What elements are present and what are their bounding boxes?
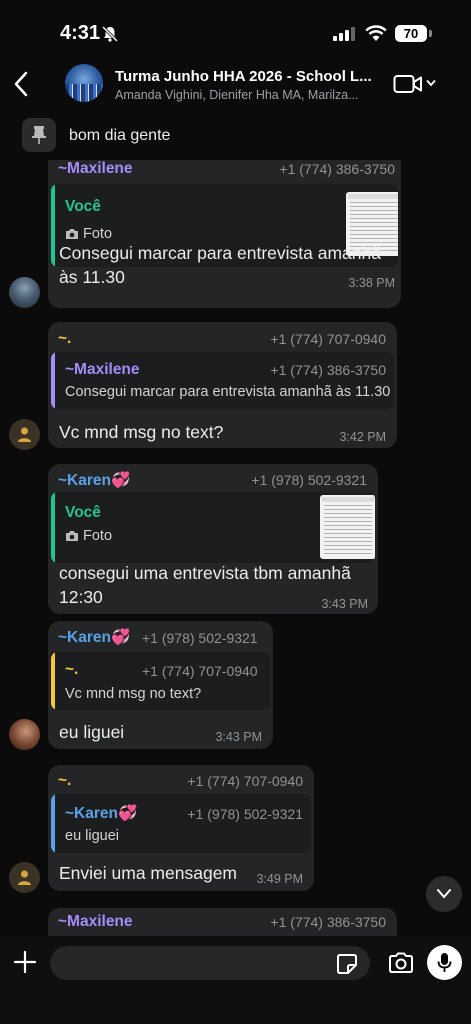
message-text: Consegui marcar para entrevista amanhã à…	[59, 241, 381, 289]
sender-avatar[interactable]	[9, 277, 40, 308]
quoted-message[interactable]: ~. +1 (774) 707-0940 Vc mnd msg no text?	[51, 652, 270, 710]
sender-name[interactable]: ~.	[58, 330, 71, 348]
back-icon[interactable]	[10, 68, 34, 100]
camera-icon[interactable]	[388, 952, 414, 974]
quote-phone: +1 (774) 386-3750	[270, 362, 386, 378]
sender-avatar[interactable]	[9, 862, 40, 893]
quote-author: ~.	[65, 661, 79, 678]
message-bubble[interactable]: ~Karen💞 +1 (978) 502-9321 Você Foto cons…	[48, 464, 378, 614]
bell-slash-icon	[101, 25, 119, 43]
message-bubble[interactable]: ~. +1 (774) 707-0940 ~Karen💞 +1 (978) 50…	[48, 765, 314, 891]
video-icon[interactable]	[393, 74, 423, 94]
sender-phone: +1 (774) 386-3750	[270, 914, 386, 930]
quoted-message[interactable]: ~Karen💞 +1 (978) 502-9321 eu liguei	[51, 794, 311, 853]
sender-phone: +1 (774) 707-0940	[270, 331, 386, 347]
message-time: 3:49 PM	[256, 872, 303, 886]
pin-badge	[22, 118, 56, 152]
pinned-message-bar[interactable]: bom dia gente	[0, 114, 471, 160]
group-avatar[interactable]	[65, 64, 103, 102]
quote-phone: +1 (774) 707-0940	[142, 663, 258, 679]
quote-author: Você	[65, 198, 101, 215]
composer-bar	[0, 936, 471, 1024]
quote-phone: +1 (978) 502-9321	[187, 806, 303, 822]
message-time: 3:42 PM	[339, 430, 386, 444]
message-time: 3:43 PM	[321, 597, 368, 611]
chat-area[interactable]: ~Maxilene +1 (774) 386-3750 Você Foto Co…	[0, 160, 471, 936]
sender-phone: +1 (978) 502-9321	[251, 472, 367, 488]
sender-name[interactable]: ~Maxilene	[58, 160, 133, 178]
message-text-line: 12:30	[59, 587, 103, 607]
quoted-message[interactable]: ~Maxilene +1 (774) 386-3750 Consegui mar…	[51, 352, 394, 409]
person-icon	[18, 870, 31, 885]
message-text-line: às 11.30	[59, 267, 125, 287]
sender-phone: +1 (978) 502-9321	[142, 630, 258, 646]
quote-author: ~Karen💞	[65, 805, 138, 822]
message-text: consegui uma entrevista tbm amanhã 12:30	[59, 561, 351, 609]
message-bubble[interactable]: ~Maxilene +1 (774) 386-3750 Você Foto Co…	[48, 160, 401, 308]
quote-text: Vc mnd msg no text?	[65, 686, 202, 702]
quoted-message[interactable]: Você Foto	[51, 492, 375, 563]
chat-title[interactable]: Turma Junho HHA 2026 - School L...	[115, 68, 380, 85]
wifi-icon	[365, 25, 387, 41]
camera-small-icon	[66, 229, 78, 239]
sender-name[interactable]: ~.	[58, 772, 71, 790]
message-bubble[interactable]: ~Karen💞 +1 (978) 502-9321 ~. +1 (774) 70…	[48, 621, 273, 749]
plus-icon[interactable]	[13, 950, 37, 974]
sender-avatar[interactable]	[9, 419, 40, 450]
sender-phone: +1 (774) 386-3750	[279, 161, 395, 177]
person-icon	[18, 427, 31, 442]
photo-label: Foto	[65, 528, 112, 544]
message-text-line: consegui uma entrevista tbm amanhã	[59, 563, 351, 583]
message-text: Enviei uma mensagem	[59, 863, 237, 883]
quote-author: Você	[65, 504, 101, 521]
pin-icon	[32, 126, 46, 144]
sender-name[interactable]: ~Karen💞	[58, 471, 130, 490]
quote-author: ~Maxilene	[65, 361, 140, 378]
chevron-down-icon	[437, 889, 451, 899]
quote-text: eu liguei	[65, 828, 120, 844]
sticker-icon[interactable]	[336, 953, 358, 975]
photo-text: Foto	[83, 226, 113, 242]
battery-indicator: 70	[395, 25, 427, 42]
mic-button[interactable]	[427, 945, 462, 980]
sender-name[interactable]: ~Karen💞	[58, 628, 130, 647]
sender-name[interactable]: ~Maxilene	[58, 913, 133, 931]
sender-avatar[interactable]	[9, 719, 40, 750]
status-bar: 4:31 70	[0, 0, 471, 62]
message-input[interactable]	[50, 946, 370, 980]
chat-header: Turma Junho HHA 2026 - School L... Amand…	[0, 62, 471, 108]
camera-small-icon	[66, 531, 78, 541]
scroll-down-button[interactable]	[426, 876, 462, 912]
photo-text: Foto	[83, 528, 113, 544]
photo-label: Foto	[65, 226, 112, 242]
status-time: 4:31	[60, 22, 101, 44]
message-bubble[interactable]: ~Maxilene +1 (774) 386-3750	[48, 908, 397, 936]
signal-icon	[333, 27, 355, 41]
sender-phone: +1 (774) 707-0940	[187, 773, 303, 789]
chat-subtitle[interactable]: Amanda Vighini, Dienifer Hha MA, Marilza…	[115, 88, 380, 102]
pinned-text: bom dia gente	[69, 127, 171, 144]
message-time: 3:43 PM	[215, 730, 262, 744]
mic-icon	[437, 953, 452, 972]
chevron-down-icon[interactable]	[426, 79, 436, 87]
message-text: eu liguei	[59, 722, 125, 742]
message-time: 3:38 PM	[348, 276, 395, 290]
message-bubble[interactable]: ~. +1 (774) 707-0940 ~Maxilene +1 (774) …	[48, 322, 397, 448]
message-text-line: Consegui marcar para entrevista amanhã	[59, 243, 381, 263]
photo-thumbnail[interactable]	[320, 495, 375, 559]
message-text: Vc mnd msg no text?	[59, 422, 224, 442]
battery-tip	[429, 30, 432, 37]
quote-text: Consegui marcar para entrevista amanhã à…	[65, 384, 391, 400]
